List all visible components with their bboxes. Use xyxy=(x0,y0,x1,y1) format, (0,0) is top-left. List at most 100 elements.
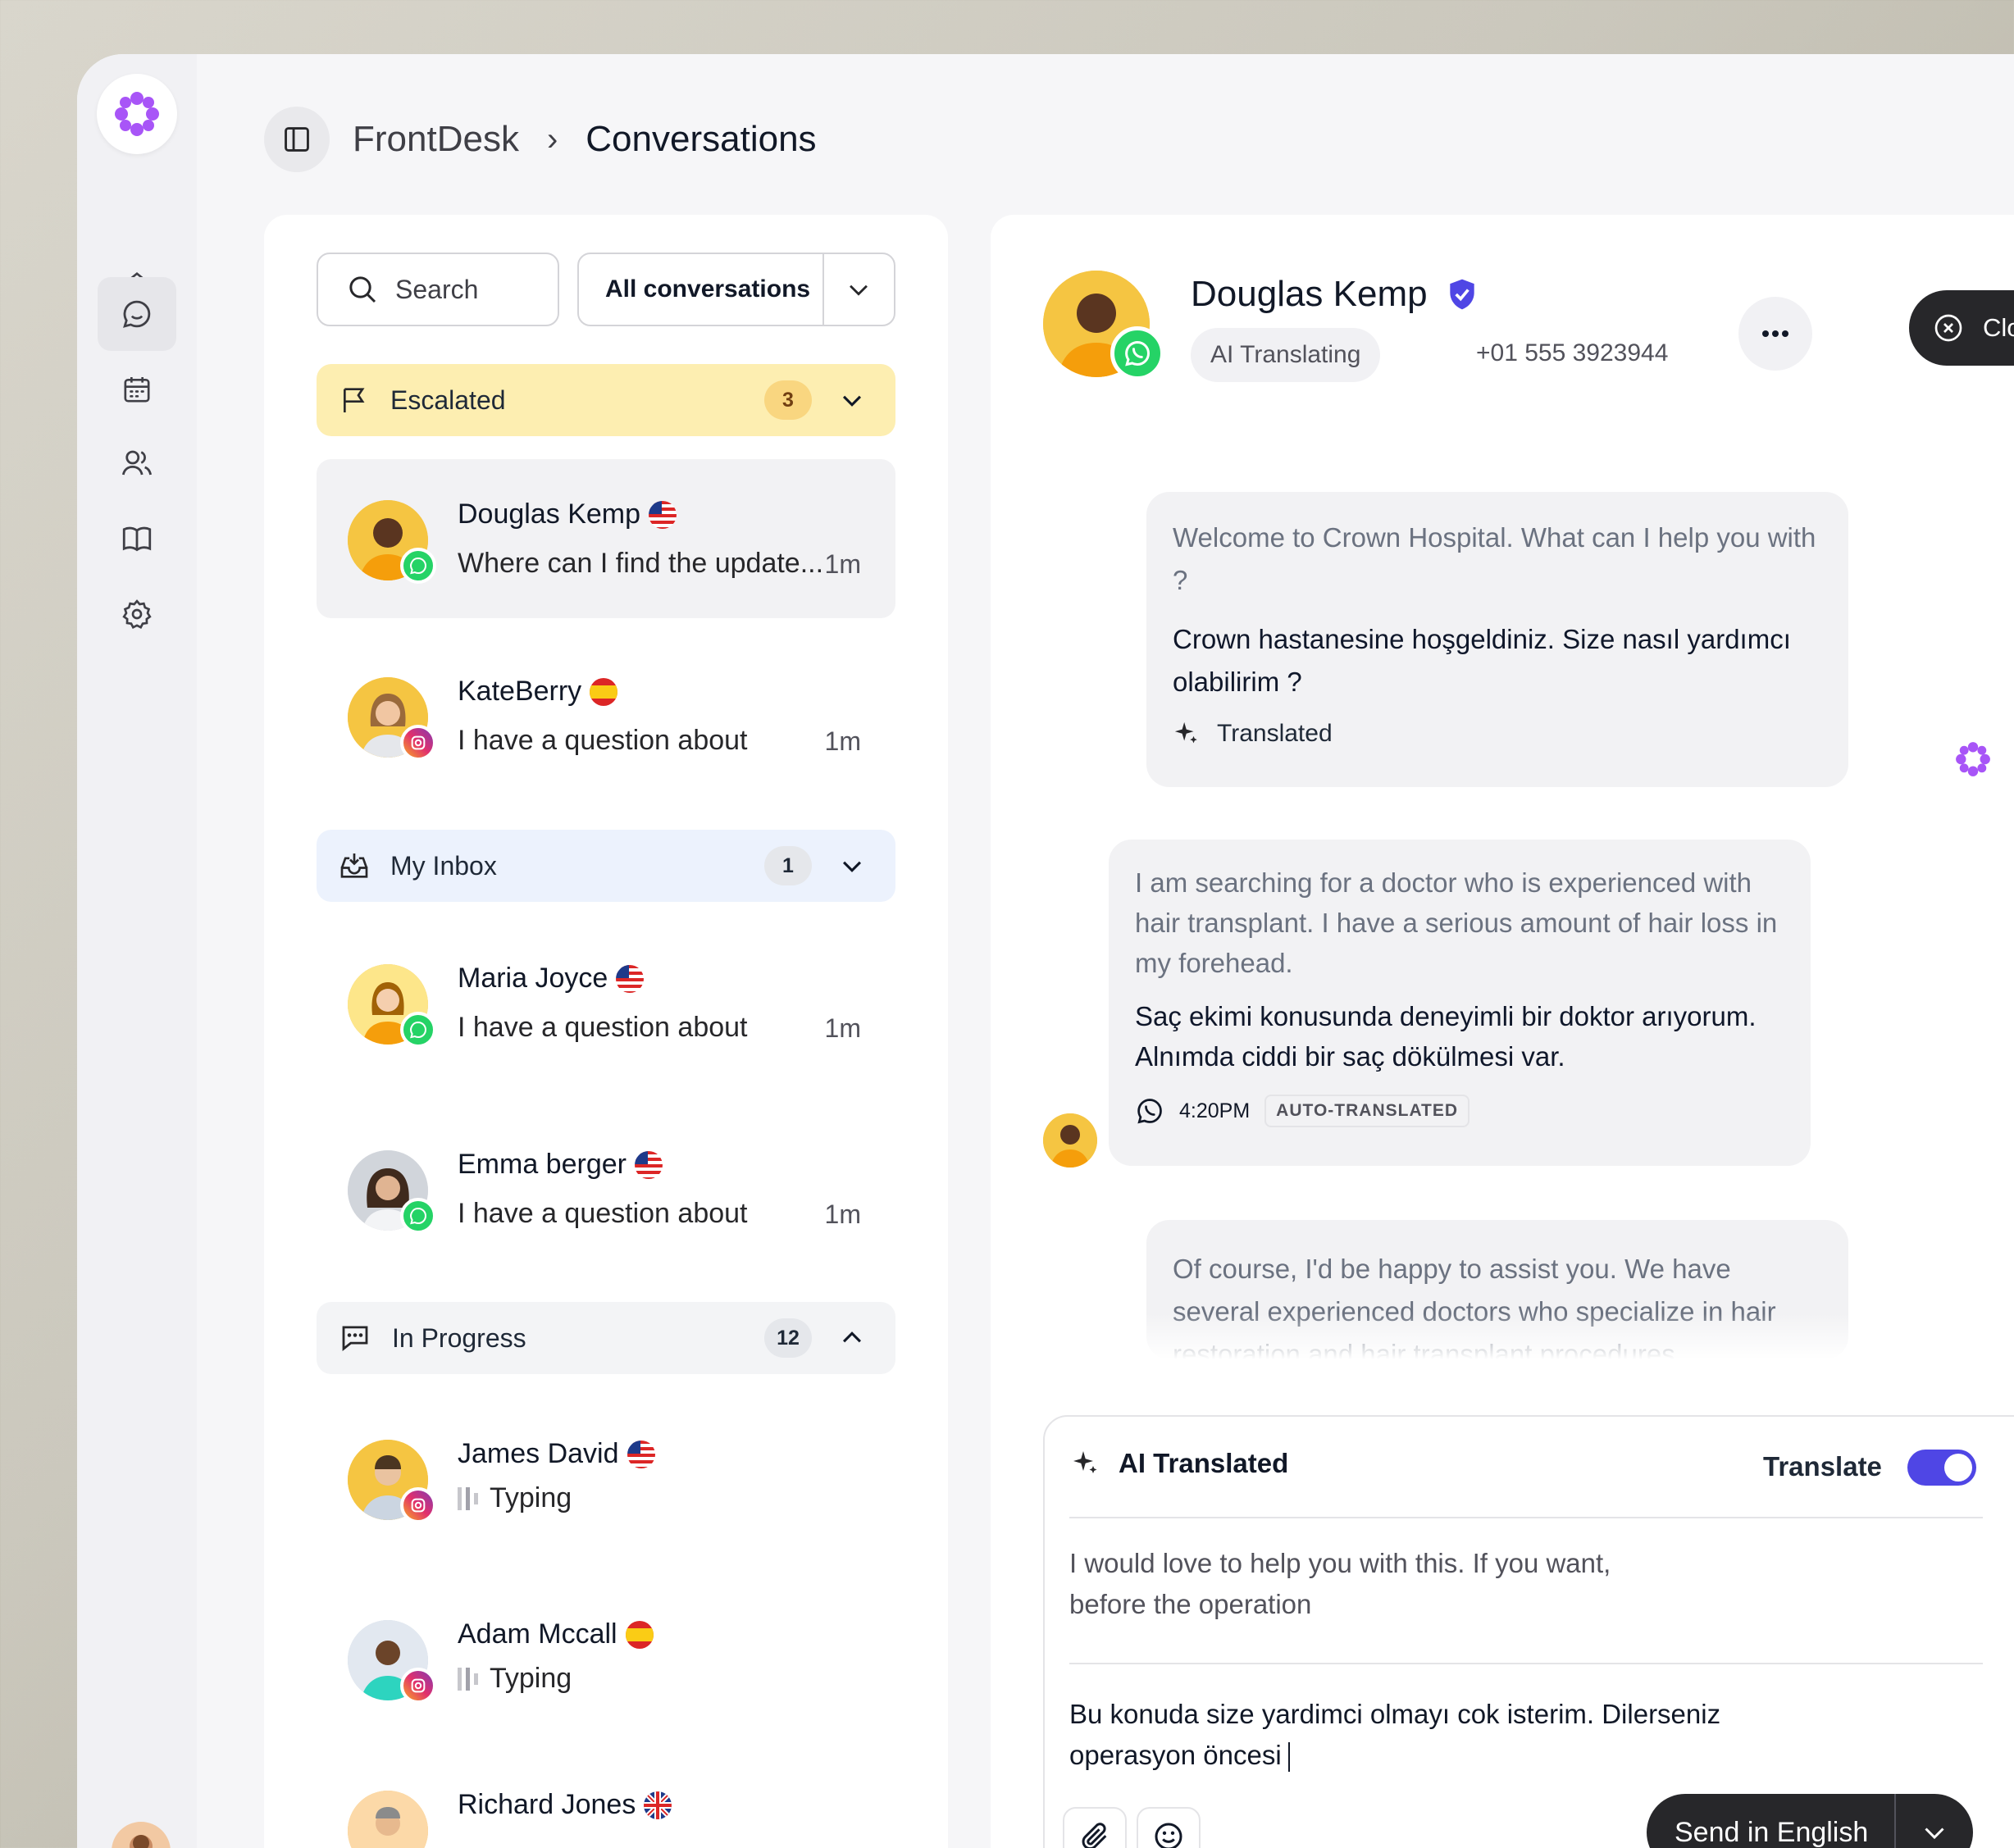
translate-toggle-label: Translate xyxy=(1763,1451,1882,1482)
smiley-icon xyxy=(1155,1823,1182,1848)
chevron-down-icon[interactable] xyxy=(838,852,866,880)
more-horizontal-icon xyxy=(1762,330,1788,337)
breadcrumb-app[interactable]: FrontDesk xyxy=(353,119,519,160)
brand-logo[interactable] xyxy=(97,74,177,154)
message-original: I am searching for a doctor who is exper… xyxy=(1135,867,1778,978)
close-circle-icon xyxy=(1934,314,1962,342)
conversation-item[interactable]: Emma berger I have a question about 1m xyxy=(317,1109,895,1268)
whatsapp-icon xyxy=(1137,1099,1162,1124)
message-composer: AI Translated Translate I would love to … xyxy=(1043,1415,2014,1848)
chat-icon xyxy=(123,300,151,328)
conversation-item[interactable]: Adam Mccall Typing xyxy=(317,1579,895,1738)
conversation-item[interactable]: KateBerry I have a question about 1m xyxy=(317,636,895,795)
group-count-badge: 12 xyxy=(764,1318,812,1358)
flag-icon xyxy=(344,388,365,412)
contact-name-text: Emma berger xyxy=(458,1149,627,1180)
nav-knowledge[interactable] xyxy=(98,502,176,576)
nav-conversations[interactable] xyxy=(98,277,176,351)
uk-flag-icon xyxy=(644,1791,672,1819)
conversation-item[interactable]: Richard Jones xyxy=(317,1750,895,1848)
side-rail xyxy=(77,54,197,1848)
auto-translated-badge: AUTO-TRANSLATED xyxy=(1264,1095,1470,1127)
chevron-down-icon xyxy=(850,284,868,296)
us-flag-icon xyxy=(616,964,645,993)
send-button[interactable]: Send in English xyxy=(1647,1794,1973,1848)
close-label: Close xyxy=(1983,313,2014,342)
search-input[interactable]: Search xyxy=(317,253,559,326)
instagram-icon xyxy=(400,1668,436,1704)
message-original: Welcome to Crown Hospital. What can I he… xyxy=(1173,522,1816,595)
contact-name-text: KateBerry xyxy=(458,676,582,707)
group-count-badge: 1 xyxy=(764,846,812,885)
last-message: I have a question about xyxy=(458,1198,748,1229)
nav-calendar[interactable] xyxy=(98,353,176,426)
group-count-badge: 3 xyxy=(764,380,812,420)
conversation-item[interactable]: Maria Joyce I have a question about 1m xyxy=(317,923,895,1082)
divider xyxy=(1069,1663,1983,1664)
search-placeholder: Search xyxy=(395,274,479,304)
last-message: I have a question about xyxy=(458,725,748,756)
sidebar-toggle-button[interactable] xyxy=(264,107,330,172)
composer-title: AI Translated xyxy=(1119,1448,1289,1478)
group-title: Escalated xyxy=(390,385,506,415)
attach-button[interactable] xyxy=(1063,1807,1127,1848)
message-translated: Crown hastanesine hoşgeldiniz. Size nası… xyxy=(1173,624,1791,697)
last-message: Where can I find the update... xyxy=(458,548,824,579)
scroll-fade xyxy=(991,1313,2014,1359)
paperclip-icon xyxy=(1082,1823,1107,1848)
emoji-button[interactable] xyxy=(1137,1807,1201,1848)
close-conversation-button[interactable]: Close xyxy=(1909,290,2014,366)
chevron-down-icon[interactable] xyxy=(838,386,866,414)
breadcrumb-separator: › xyxy=(546,121,558,157)
us-flag-icon xyxy=(649,500,677,529)
send-options-button[interactable] xyxy=(1894,1794,1973,1848)
agent-message: Welcome to Crown Hospital. What can I he… xyxy=(1146,492,1848,787)
more-options-button[interactable] xyxy=(1738,297,1812,371)
customer-avatar xyxy=(1043,1113,1097,1168)
filter-dropdown-button[interactable] xyxy=(822,254,894,325)
chevron-up-icon[interactable] xyxy=(838,1324,866,1352)
app-window: FrontDesk › Conversations Search All con… xyxy=(77,54,2014,1848)
group-in-progress[interactable]: In Progress 12 xyxy=(317,1302,895,1374)
calendar-icon xyxy=(124,377,150,403)
brand-logo-icon xyxy=(115,92,159,136)
message-time: 4:20PM xyxy=(1179,1099,1251,1122)
translated-text-input[interactable]: Bu konuda size yardimci olmayı cok ister… xyxy=(1069,1694,1807,1776)
instagram-icon xyxy=(400,1487,436,1523)
message-time: 1m xyxy=(824,549,861,579)
panel-icon xyxy=(285,127,309,152)
sparkle-icon xyxy=(1073,1451,1097,1473)
us-flag-icon xyxy=(627,1440,655,1468)
current-user-avatar[interactable] xyxy=(112,1822,171,1848)
message-translated: Saç ekimi konusunda deneyimli bir doktor… xyxy=(1135,1001,1757,1072)
conversation-filter-select[interactable]: All conversations xyxy=(577,253,895,326)
filter-selected-value: All conversations xyxy=(605,275,811,303)
nav-contacts[interactable] xyxy=(98,426,176,500)
message-time: 1m xyxy=(824,726,861,756)
contact-name: Douglas Kemp xyxy=(458,498,677,530)
translate-toggle[interactable] xyxy=(1907,1450,1976,1486)
contact-name: Emma berger xyxy=(458,1149,663,1181)
page-title: Conversations xyxy=(586,119,817,159)
typing-indicator: Typing xyxy=(458,1482,572,1514)
sparkle-icon xyxy=(1174,721,1197,744)
es-flag-icon xyxy=(590,677,618,706)
message-time: 1m xyxy=(824,1013,861,1043)
conversation-item[interactable]: James David Typing xyxy=(317,1399,895,1558)
contact-name-text: Richard Jones xyxy=(458,1789,636,1820)
text-caret xyxy=(1287,1742,1290,1773)
typing-indicator: Typing xyxy=(458,1663,572,1695)
contact-name: Adam Mccall xyxy=(458,1618,654,1650)
last-message: I have a question about xyxy=(458,1012,748,1043)
source-text-input[interactable]: I would love to help you with this. If y… xyxy=(1069,1543,1627,1625)
group-title: My Inbox xyxy=(390,850,497,881)
contact-name-text: Douglas Kemp xyxy=(1191,274,1428,314)
nav-settings[interactable] xyxy=(98,577,176,651)
message-dots-icon xyxy=(342,1326,368,1352)
typing-text: Typing xyxy=(490,1482,572,1513)
typing-text: Typing xyxy=(490,1663,572,1694)
group-my-inbox[interactable]: My Inbox 1 xyxy=(317,830,895,902)
conversation-item[interactable]: Douglas Kemp Where can I find the update… xyxy=(317,459,895,618)
group-escalated[interactable]: Escalated 3 xyxy=(317,364,895,436)
toggle-knob xyxy=(1944,1454,1972,1482)
